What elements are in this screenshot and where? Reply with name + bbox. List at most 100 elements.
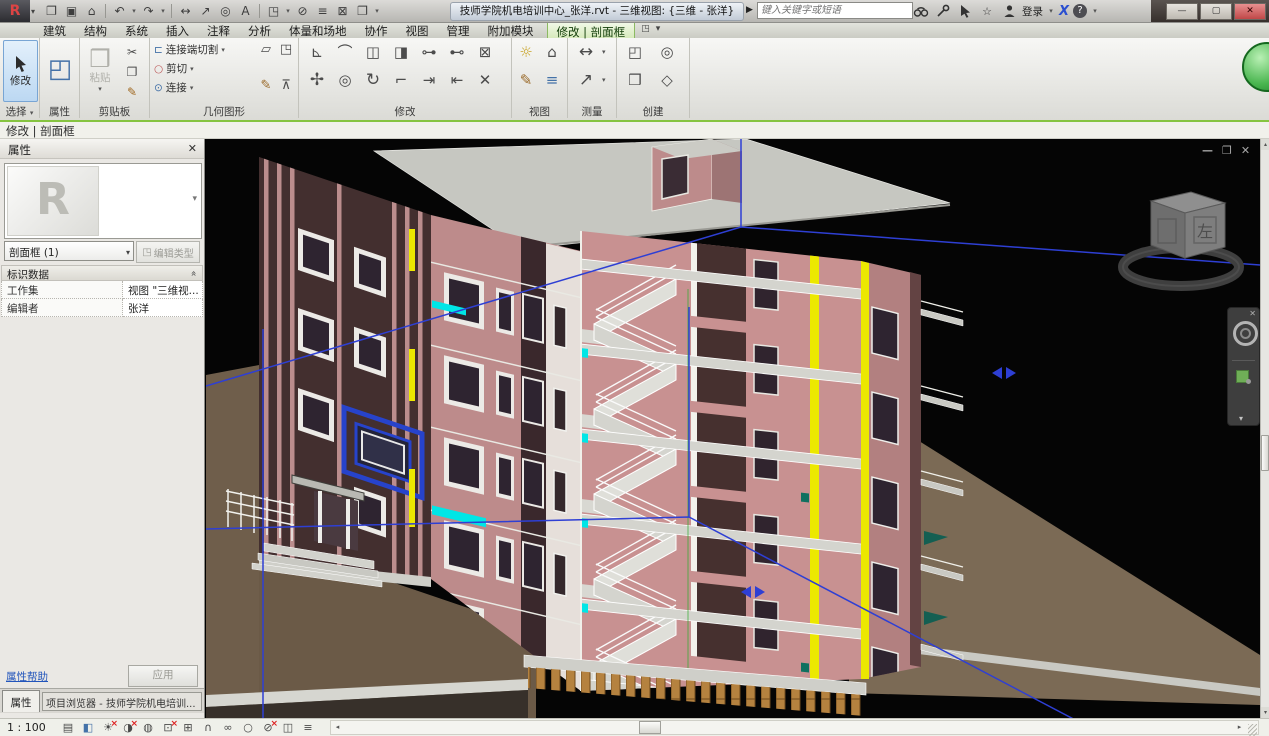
demolish-icon[interactable]: ⊼ (274, 74, 298, 98)
save-icon[interactable]: ▣ (62, 2, 81, 20)
crop-view-icon[interactable]: ⊡× (160, 720, 176, 735)
tab-collaborate[interactable]: 协作 (356, 22, 397, 38)
viewcube-face-label[interactable]: 左 (1197, 222, 1213, 241)
horizontal-scrollbar[interactable]: ◂ ▸ (330, 720, 1259, 735)
unpin-icon[interactable]: ⊷ (445, 40, 469, 64)
create-group-icon[interactable]: ◰ (623, 40, 647, 64)
create-assembly-icon[interactable]: ❒ (623, 68, 647, 92)
tag-icon[interactable]: ◎ (216, 2, 235, 20)
trim-icon[interactable]: ⌐ (389, 68, 413, 92)
qat-customize-caret-icon[interactable]: ▾ (373, 7, 381, 15)
close-button[interactable]: ✕ (1234, 3, 1266, 20)
thin-lines-icon[interactable]: ≡ (313, 2, 332, 20)
join-geometry-button[interactable]: ⊙ 连接 ▾ (154, 79, 193, 96)
scroll-up-icon[interactable]: ▴ (1261, 139, 1269, 150)
create-similar-icon[interactable]: ◎ (655, 40, 679, 64)
beam-cope-icon[interactable]: ◳ (274, 38, 298, 62)
favorites-star-icon[interactable]: ☆ (978, 3, 996, 19)
tab-insert[interactable]: 插入 (157, 22, 198, 38)
modify-button[interactable]: 修改 (3, 40, 38, 102)
delete-icon[interactable]: ✕ (473, 68, 497, 92)
measure-ruler-icon[interactable]: ↔ (574, 40, 598, 64)
rendering-dialog-icon[interactable]: ◍ (140, 720, 156, 735)
pin-icon[interactable]: ⊶ (417, 40, 441, 64)
visual-style-icon[interactable]: ◧ (80, 720, 96, 735)
tab-annotate[interactable]: 注释 (198, 22, 239, 38)
sign-in-person-icon[interactable] (1000, 3, 1018, 19)
sync-icon[interactable]: ⌂ (82, 2, 101, 20)
tab-modify-section-box[interactable]: 修改 | 剖面框 (547, 22, 636, 38)
view-scale-button[interactable]: 1 : 100 (7, 721, 46, 734)
view-close-icon[interactable]: ✕ (1241, 144, 1250, 157)
panel-label-properties[interactable]: 属性 (40, 104, 79, 118)
mirror-pick-axis-icon[interactable]: ◫ (361, 40, 385, 64)
open-icon[interactable]: ❐ (42, 2, 61, 20)
panel-label-select[interactable]: 选择 ▾ (0, 104, 39, 118)
shadows-icon[interactable]: ◑× (120, 720, 136, 735)
hide-elements-lightbulb-icon[interactable]: ☼ (514, 40, 538, 64)
undo-caret-icon[interactable]: ▾ (130, 7, 138, 15)
tab-architecture[interactable]: 建筑 (34, 22, 75, 38)
vertical-scroll-thumb[interactable] (1261, 435, 1269, 471)
type-selector-preview[interactable]: R ▾ (4, 163, 202, 239)
tab-analyze[interactable]: 分析 (239, 22, 280, 38)
properties-palette-header[interactable]: 属性 ✕ (0, 139, 204, 159)
measure-icon[interactable]: ↔ (176, 2, 195, 20)
horizontal-scroll-thumb[interactable] (639, 721, 661, 734)
type-selector-dropdown[interactable]: 剖面框 (1) ▾ (4, 241, 134, 261)
application-menu-caret-icon[interactable]: ▾ (31, 7, 35, 16)
scroll-right-icon[interactable]: ▸ (1233, 721, 1246, 734)
tab-project-browser[interactable]: 项目浏览器 - 技师学院机电培训... (42, 692, 202, 711)
copy-element-icon[interactable]: ◎ (333, 68, 357, 92)
help-icon[interactable]: ? (1073, 4, 1087, 18)
vertical-scrollbar[interactable]: ▴ ▾ (1260, 139, 1269, 718)
match-properties-icon[interactable]: ✎ (120, 80, 144, 104)
tab-systems[interactable]: 系统 (116, 22, 157, 38)
title-expand-icon[interactable]: ▶ (746, 5, 753, 15)
properties-button[interactable]: ◰ (45, 42, 75, 96)
tab-addins[interactable]: 附加模块 (479, 22, 543, 38)
panel-label-create[interactable]: 创建 (617, 104, 689, 118)
render-icon[interactable]: ⌂ (540, 40, 564, 64)
mirror-draw-axis-icon[interactable]: ◨ (389, 40, 413, 64)
help-cursor-icon[interactable] (956, 3, 974, 19)
undo-icon[interactable]: ↶ (110, 2, 129, 20)
sun-path-icon[interactable]: ☀× (100, 720, 116, 735)
reveal-hidden-elements-icon[interactable]: ○ (240, 720, 256, 735)
panel-label-measure[interactable]: 测量 (568, 104, 616, 118)
ribbon-display-toggle-icon[interactable]: ◳ (641, 22, 650, 38)
property-value[interactable]: 张洋 (123, 299, 203, 317)
type-preview-caret-icon[interactable]: ▾ (192, 194, 197, 204)
maximize-button[interactable]: ▢ (1200, 3, 1232, 20)
measure-caret-icon[interactable]: ▾ (602, 48, 606, 56)
scroll-left-icon[interactable]: ◂ (331, 721, 344, 734)
drawing-area-3d-view[interactable]: 左 — ❐ ✕ ✕ ▾ (206, 139, 1260, 718)
view-restore-icon[interactable]: ❐ (1222, 144, 1232, 157)
unlocked-view-icon[interactable]: ∩ (200, 720, 216, 735)
navbar-close-icon[interactable]: ✕ (1249, 309, 1256, 318)
panel-label-geometry[interactable]: 几何图形 (150, 104, 298, 118)
move-icon[interactable]: ✢ (305, 68, 329, 92)
create-parts-icon[interactable]: ◇ (655, 68, 679, 92)
ribbon-display-caret-icon[interactable]: ▾ (656, 22, 661, 38)
section-cut-interior[interactable] (533, 231, 865, 718)
application-menu-button[interactable]: R (0, 0, 30, 22)
tab-structure[interactable]: 结构 (75, 22, 116, 38)
help-caret-icon[interactable]: ▾ (1091, 7, 1099, 15)
delete-inner-icon[interactable]: ⊠ (473, 40, 497, 64)
search-binoculars-icon[interactable] (912, 3, 930, 19)
array-icon[interactable]: ⇤ (445, 68, 469, 92)
view-minimize-icon[interactable]: — (1202, 144, 1213, 157)
subscription-wrench-icon[interactable] (934, 3, 952, 19)
override-graphics-icon[interactable]: ✎ (514, 68, 538, 92)
penthouse-stair-bulkhead[interactable] (652, 139, 742, 211)
measure-between-icon[interactable]: ↗ (574, 68, 598, 92)
collapse-chevron-icon[interactable]: » (188, 270, 199, 276)
tab-massing-site[interactable]: 体量和场地 (280, 22, 356, 38)
palette-close-icon[interactable]: ✕ (188, 142, 197, 155)
apply-button[interactable]: 应用 (128, 665, 198, 687)
steering-wheel-icon[interactable] (1233, 321, 1258, 346)
paste-button[interactable]: ❒ 粘贴 ▾ (84, 41, 116, 99)
show-crop-region-icon[interactable]: ⊞ (180, 720, 196, 735)
reveal-constraints-icon[interactable]: ≡ (300, 720, 316, 735)
